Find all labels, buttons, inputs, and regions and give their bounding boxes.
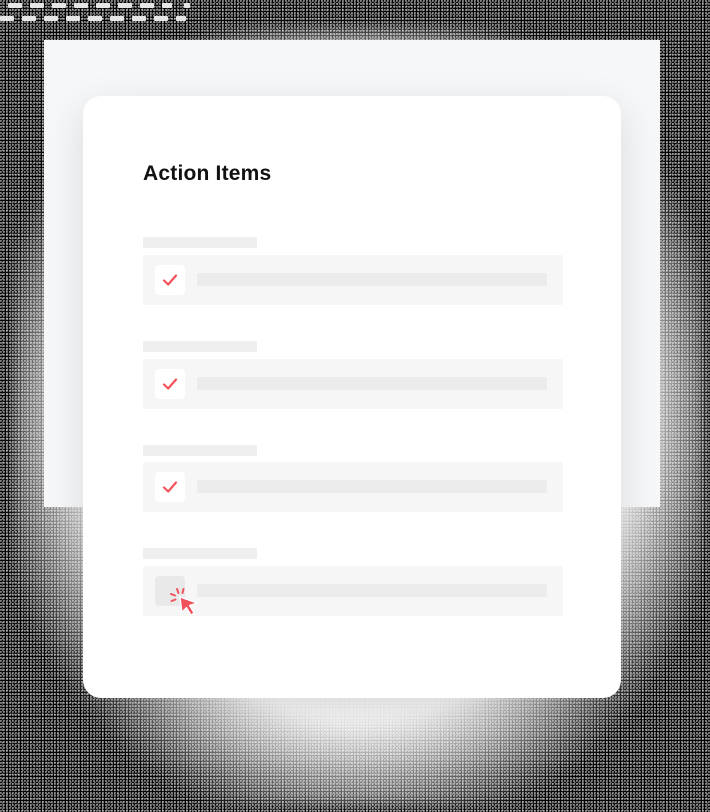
click-cursor-icon (170, 588, 198, 616)
item-label-placeholder (143, 548, 257, 559)
item-text-placeholder (197, 377, 547, 390)
action-item-row[interactable] (143, 566, 563, 616)
item-text-placeholder (197, 584, 547, 597)
card-title: Action Items (143, 162, 272, 185)
item-checkbox[interactable] (155, 265, 185, 295)
check-icon (162, 378, 178, 390)
action-item-row[interactable] (143, 255, 563, 305)
item-checkbox[interactable] (155, 369, 185, 399)
action-items-card: Action Items (83, 96, 621, 698)
check-icon (162, 481, 178, 493)
item-text-placeholder (197, 480, 547, 493)
action-item-row[interactable] (143, 359, 563, 409)
item-checkbox[interactable] (155, 472, 185, 502)
action-item-row[interactable] (143, 462, 563, 512)
item-label-placeholder (143, 237, 257, 248)
decorative-dashes (0, 0, 200, 30)
item-label-placeholder (143, 341, 257, 352)
item-label-placeholder (143, 445, 257, 456)
check-icon (162, 274, 178, 286)
item-text-placeholder (197, 273, 547, 286)
